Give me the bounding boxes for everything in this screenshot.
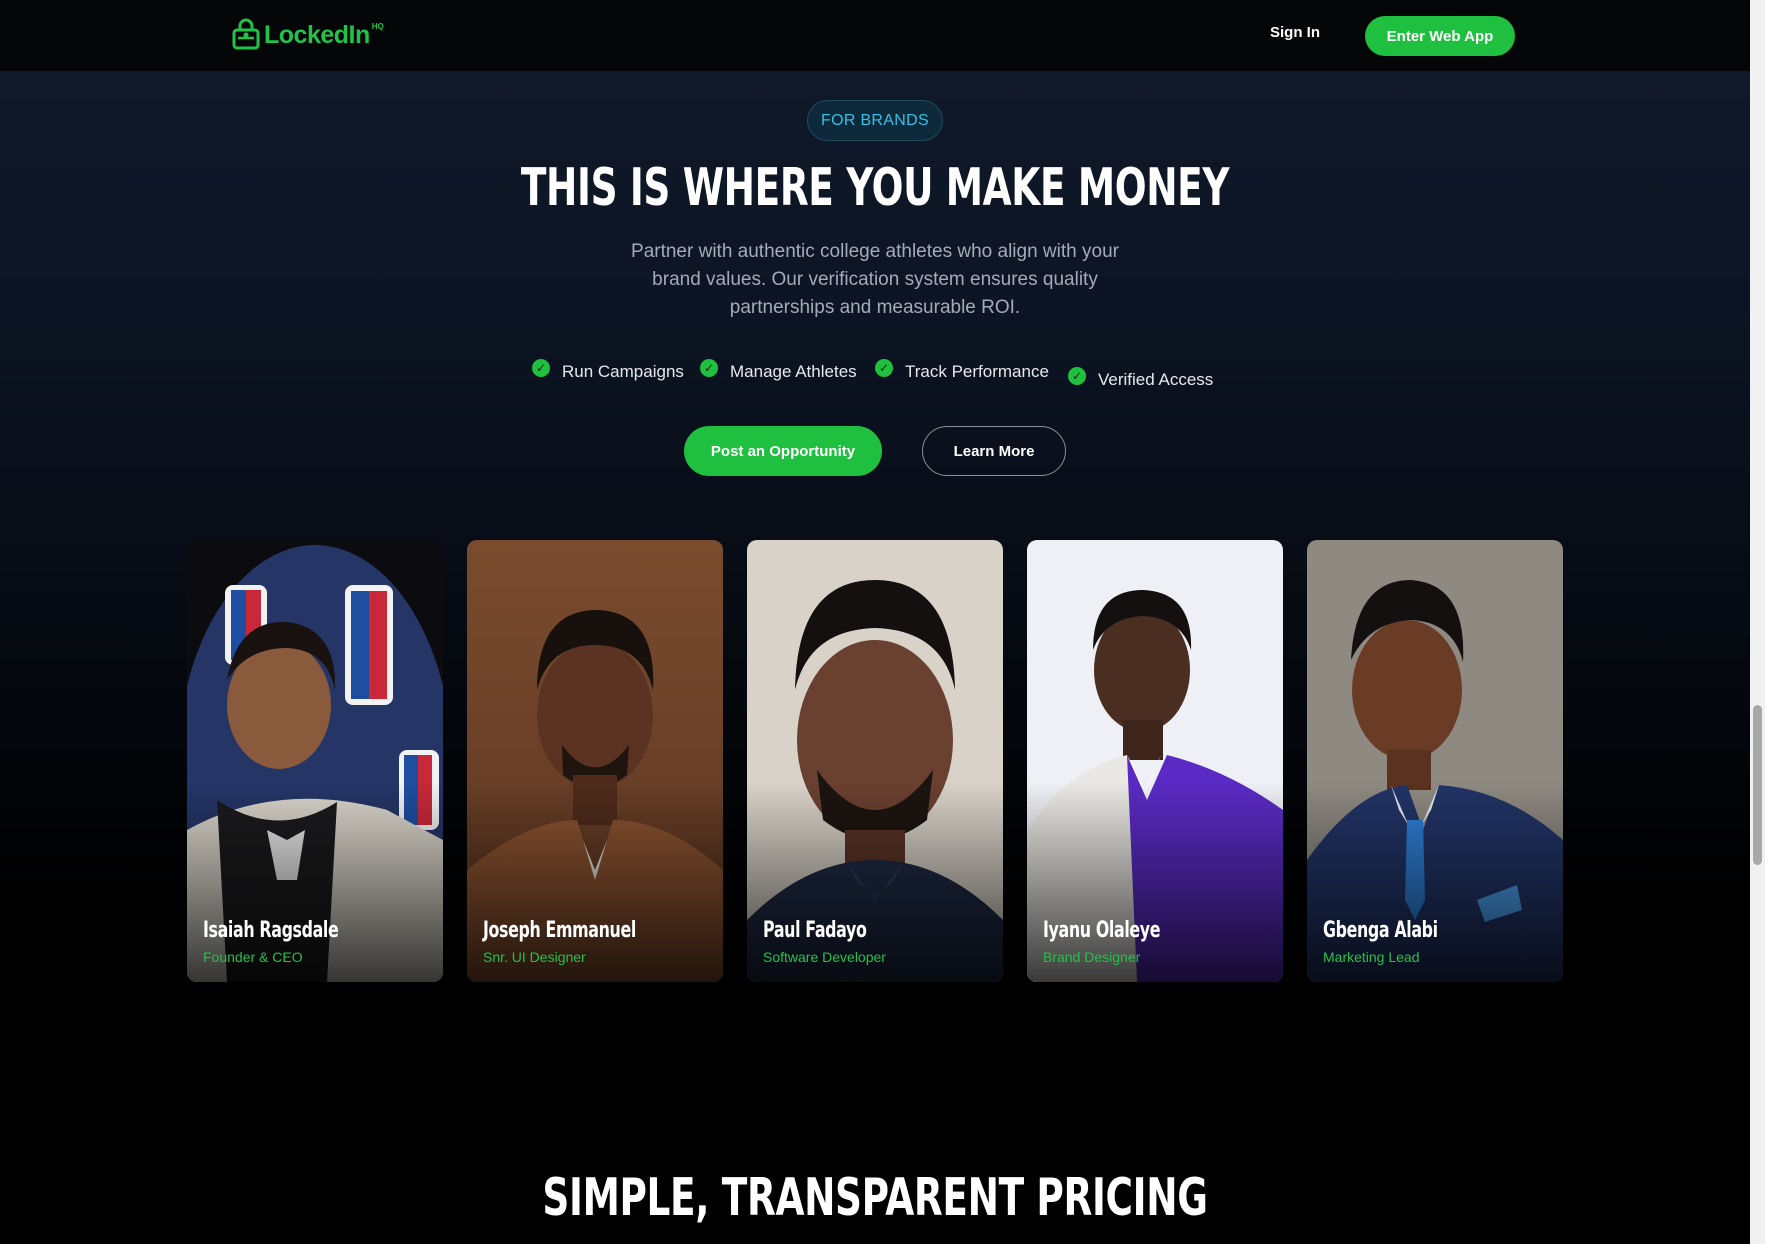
feature-label: Run Campaigns [562,362,684,381]
logo-superscript: HQ [371,21,384,31]
feature-item: ✓ Run Campaigns [532,359,684,382]
team-card[interactable]: Gbenga Alabi Marketing Lead [1307,540,1563,982]
check-circle-icon: ✓ [1068,367,1086,385]
feature-item: ✓ Track Performance [875,359,1049,382]
logo-text: LockedIn [264,20,370,49]
team-member-name: Gbenga Alabi [1323,918,1438,943]
check-circle-icon: ✓ [700,359,718,377]
hero-title: THIS IS WHERE YOU MAKE MONEY [520,158,1230,218]
scrollbar-track[interactable] [1750,0,1765,1244]
learn-more-button[interactable]: Learn More [922,426,1066,476]
sign-in-link[interactable]: Sign In [1270,24,1320,41]
team-member-role: Marketing Lead [1323,949,1420,965]
feature-item: ✓ Manage Athletes [700,359,857,382]
post-opportunity-button[interactable]: Post an Opportunity [684,426,882,476]
feature-item: ✓ Verified Access [1068,367,1214,390]
feature-label: Manage Athletes [730,362,857,381]
check-circle-icon: ✓ [875,359,893,377]
lock-bag-icon [232,18,260,50]
for-brands-badge: FOR BRANDS [807,100,943,141]
feature-label: Verified Access [1098,370,1214,389]
scrollbar-thumb[interactable] [1753,705,1762,865]
team-card[interactable]: Joseph Emmanuel Snr. UI Designer [467,540,723,982]
pricing-title: SIMPLE, TRANSPARENT PRICING [542,1168,1208,1228]
feature-list: ✓ Run Campaigns ✓ Manage Athletes ✓ Trac… [532,359,1232,392]
logo[interactable]: LockedIn HQ [232,18,386,52]
team-member-name: Paul Fadayo [763,918,867,943]
team-member-role: Brand Designer [1043,949,1141,965]
hero-subtitle: Partner with authentic college athletes … [631,241,1119,318]
feature-label: Track Performance [905,362,1049,381]
team-member-role: Software Developer [763,949,886,965]
team-card[interactable]: Paul Fadayo Software Developer [747,540,1003,982]
team-member-role: Founder & CEO [203,949,303,965]
page: LockedIn HQ Sign In Enter Web App FOR BR… [0,0,1750,1244]
enter-web-app-button[interactable]: Enter Web App [1365,16,1515,56]
team-member-name: Isaiah Ragsdale [203,918,339,943]
team-card[interactable]: Iyanu Olaleye Brand Designer [1027,540,1283,982]
check-circle-icon: ✓ [532,359,550,377]
team-card[interactable]: Isaiah Ragsdale Founder & CEO [187,540,443,982]
top-navbar: LockedIn HQ Sign In Enter Web App [0,0,1750,72]
team-member-name: Iyanu Olaleye [1043,918,1161,943]
team-member-name: Joseph Emmanuel [483,918,636,943]
team-member-role: Snr. UI Designer [483,949,586,965]
